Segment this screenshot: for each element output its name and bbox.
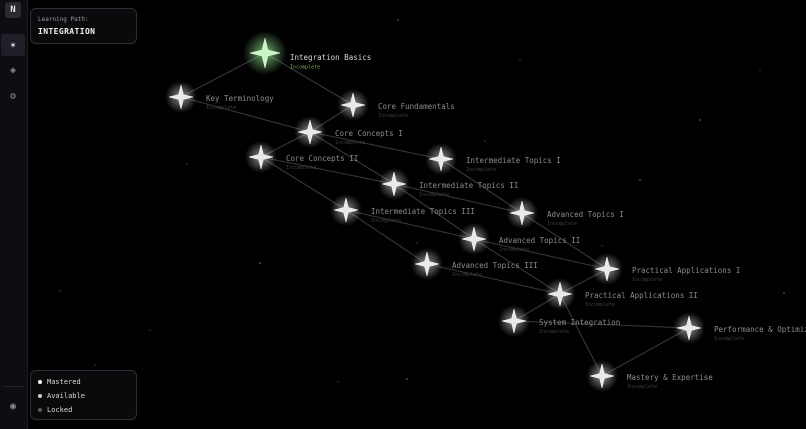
node-intermediate-topics-3[interactable]: Intermediate Topics III Incomplete — [330, 194, 475, 226]
node-mastery-expertise[interactable]: Mastery & Expertise Incomplete — [586, 360, 713, 392]
node-practical-applications-2[interactable]: Practical Applications II Incomplete — [544, 278, 698, 310]
node-name: Advanced Topics III — [452, 261, 538, 270]
node-status: Incomplete — [714, 336, 744, 342]
node-status: Incomplete — [499, 247, 529, 253]
background-star — [639, 179, 641, 181]
node-status: Incomplete — [627, 384, 657, 390]
background-star — [59, 290, 61, 292]
app-logo[interactable]: N — [5, 2, 21, 18]
node-status: Incomplete — [547, 221, 577, 227]
node-name: Core Fundamentals — [378, 102, 455, 111]
node-core-fundamentals[interactable]: Core Fundamentals Incomplete — [337, 89, 455, 121]
node-status: Incomplete — [371, 218, 401, 224]
diamond-icon[interactable]: ◈ — [1, 59, 25, 81]
sidebar-divider — [2, 386, 24, 387]
node-status: Incomplete — [206, 105, 236, 111]
node-name: Advanced Topics I — [547, 210, 624, 219]
learning-path-title: INTEGRATION — [38, 27, 96, 36]
node-status: Incomplete — [466, 167, 496, 173]
node-status: Incomplete — [585, 302, 615, 308]
node-name: Core Concepts I — [335, 129, 403, 138]
background-star — [397, 19, 399, 21]
node-status: Incomplete — [378, 113, 408, 119]
node-name: Performance & Optimization — [714, 325, 806, 334]
background-star — [416, 242, 418, 244]
mastered-dot-icon — [38, 380, 42, 384]
gear-icon[interactable]: ⚙ — [1, 85, 25, 107]
node-status: Incomplete — [290, 65, 320, 71]
legend-item-available: Available — [38, 391, 85, 401]
node-name: Integration Basics — [290, 53, 371, 62]
node-name: Advanced Topics II — [499, 236, 580, 245]
app: Integration Basics Incomplete Key Terminol… — [0, 0, 806, 429]
node-name: Intermediate Topics I — [466, 156, 561, 165]
node-name: Practical Applications I — [632, 266, 740, 275]
node-status: Incomplete — [539, 329, 569, 335]
background-star — [186, 163, 188, 165]
node-status: Incomplete — [335, 140, 365, 146]
learning-path-label: Learning Path: — [38, 16, 89, 23]
left-sidebar: N ✶ ◈ ⚙ ◉ — [0, 0, 28, 429]
node-status: Incomplete — [286, 165, 316, 171]
available-dot-icon — [38, 394, 42, 398]
node-intermediate-topics-1[interactable]: Intermediate Topics I Incomplete — [425, 143, 561, 175]
background-star — [699, 119, 701, 121]
node-practical-applications-1[interactable]: Practical Applications I Incomplete — [591, 253, 740, 285]
node-name: Intermediate Topics II — [419, 181, 518, 190]
node-performance-optimization[interactable]: Performance & Optimization Incomplete — [673, 312, 806, 344]
node-status: Incomplete — [419, 192, 449, 198]
node-name: Core Concepts II — [286, 154, 358, 163]
node-name: System Integration — [539, 318, 620, 327]
learning-path-card: Learning Path: INTEGRATION — [30, 8, 137, 44]
legend: Mastered Available Locked — [30, 370, 137, 420]
user-icon[interactable]: ◉ — [1, 395, 25, 417]
legend-item-mastered: Mastered — [38, 377, 81, 387]
node-name: Intermediate Topics III — [371, 207, 475, 216]
node-name: Key Terminology — [206, 94, 274, 103]
node-integration-basics[interactable]: Integration Basics Incomplete — [243, 31, 371, 75]
path-nodes[interactable]: Integration BasicsIncompleteKey Terminol… — [165, 31, 806, 392]
background-star — [94, 364, 96, 366]
background-star — [406, 378, 408, 380]
background-star — [759, 69, 761, 71]
node-status: Incomplete — [452, 272, 482, 278]
skill-constellation-map[interactable]: Integration BasicsIncompleteKey Terminol… — [0, 0, 806, 429]
node-status: Incomplete — [632, 277, 662, 283]
locked-dot-icon — [38, 408, 42, 412]
background-star — [149, 329, 151, 331]
node-name: Practical Applications II — [585, 291, 698, 300]
legend-label: Locked — [47, 406, 73, 414]
legend-item-locked: Locked — [38, 405, 72, 415]
background-star — [601, 245, 603, 247]
node-advanced-topics-1[interactable]: Advanced Topics I Incomplete — [506, 197, 624, 229]
background-star — [519, 59, 521, 61]
background-star — [337, 381, 339, 383]
star-icon[interactable]: ✶ — [1, 34, 25, 56]
background-star — [783, 292, 785, 294]
background-star — [484, 140, 486, 142]
legend-label: Available — [47, 392, 85, 400]
legend-label: Mastered — [47, 378, 81, 386]
node-name: Mastery & Expertise — [627, 373, 713, 382]
background-star — [259, 262, 261, 264]
node-key-terminology[interactable]: Key Terminology Incomplete — [165, 81, 274, 113]
node-core-concepts-1[interactable]: Core Concepts I Incomplete — [294, 116, 403, 148]
